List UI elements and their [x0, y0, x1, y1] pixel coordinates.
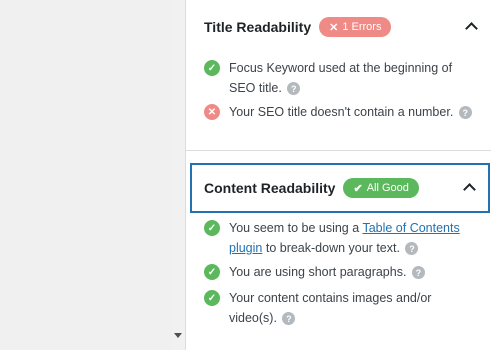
- chevron-up-icon[interactable]: [463, 183, 476, 196]
- section-title: Title Readability: [204, 19, 312, 35]
- close-icon: ✕: [329, 21, 339, 34]
- check-icon: ✔: [353, 182, 363, 195]
- chevron-up-icon[interactable]: [465, 22, 478, 35]
- help-icon[interactable]: ?: [458, 106, 472, 120]
- check-icon: ✓: [204, 60, 220, 76]
- item-text: You seem to be using a Table of Contents…: [229, 221, 460, 256]
- badge-label: 1 Errors: [342, 21, 382, 33]
- help-icon[interactable]: ?: [405, 242, 419, 256]
- error-icon: ✕: [204, 104, 220, 120]
- section-divider: [186, 150, 491, 151]
- list-item: ✕ Your SEO title doesn't contain a numbe…: [204, 102, 474, 122]
- title-readability-header[interactable]: Title Readability ✕ 1 Errors: [190, 2, 490, 52]
- help-icon[interactable]: ?: [287, 82, 301, 96]
- list-item: ✓ You seem to be using a Table of Conten…: [204, 218, 474, 258]
- item-text: Your content contains images and/or vide…: [229, 291, 432, 326]
- list-item: ✓ You are using short paragraphs. ?: [204, 262, 474, 282]
- list-item: ✓ Focus Keyword used at the beginning of…: [204, 58, 474, 98]
- check-icon: ✓: [204, 290, 220, 306]
- readability-panel: Title Readability ✕ 1 Errors ✓ Focus Key…: [185, 0, 491, 350]
- item-text: You are using short paragraphs. ?: [229, 262, 425, 282]
- status-badge: ✔ All Good: [343, 178, 419, 198]
- list-item: ✓ Your content contains images and/or vi…: [204, 288, 474, 328]
- help-icon[interactable]: ?: [411, 266, 425, 280]
- item-text: Focus Keyword used at the beginning of S…: [229, 61, 453, 96]
- content-readability-header[interactable]: Content Readability ✔ All Good: [190, 163, 490, 213]
- item-text: Your SEO title doesn't contain a number.…: [229, 102, 472, 122]
- section-title: Content Readability: [204, 180, 336, 196]
- error-count-badge: ✕ 1 Errors: [319, 17, 392, 37]
- check-icon: ✓: [204, 220, 220, 236]
- scroll-down-arrow-icon[interactable]: [174, 333, 182, 338]
- check-icon: ✓: [204, 264, 220, 280]
- help-icon[interactable]: ?: [282, 312, 296, 326]
- editor-background: [0, 0, 172, 350]
- scrollbar[interactable]: [172, 0, 185, 350]
- badge-label: All Good: [366, 182, 409, 194]
